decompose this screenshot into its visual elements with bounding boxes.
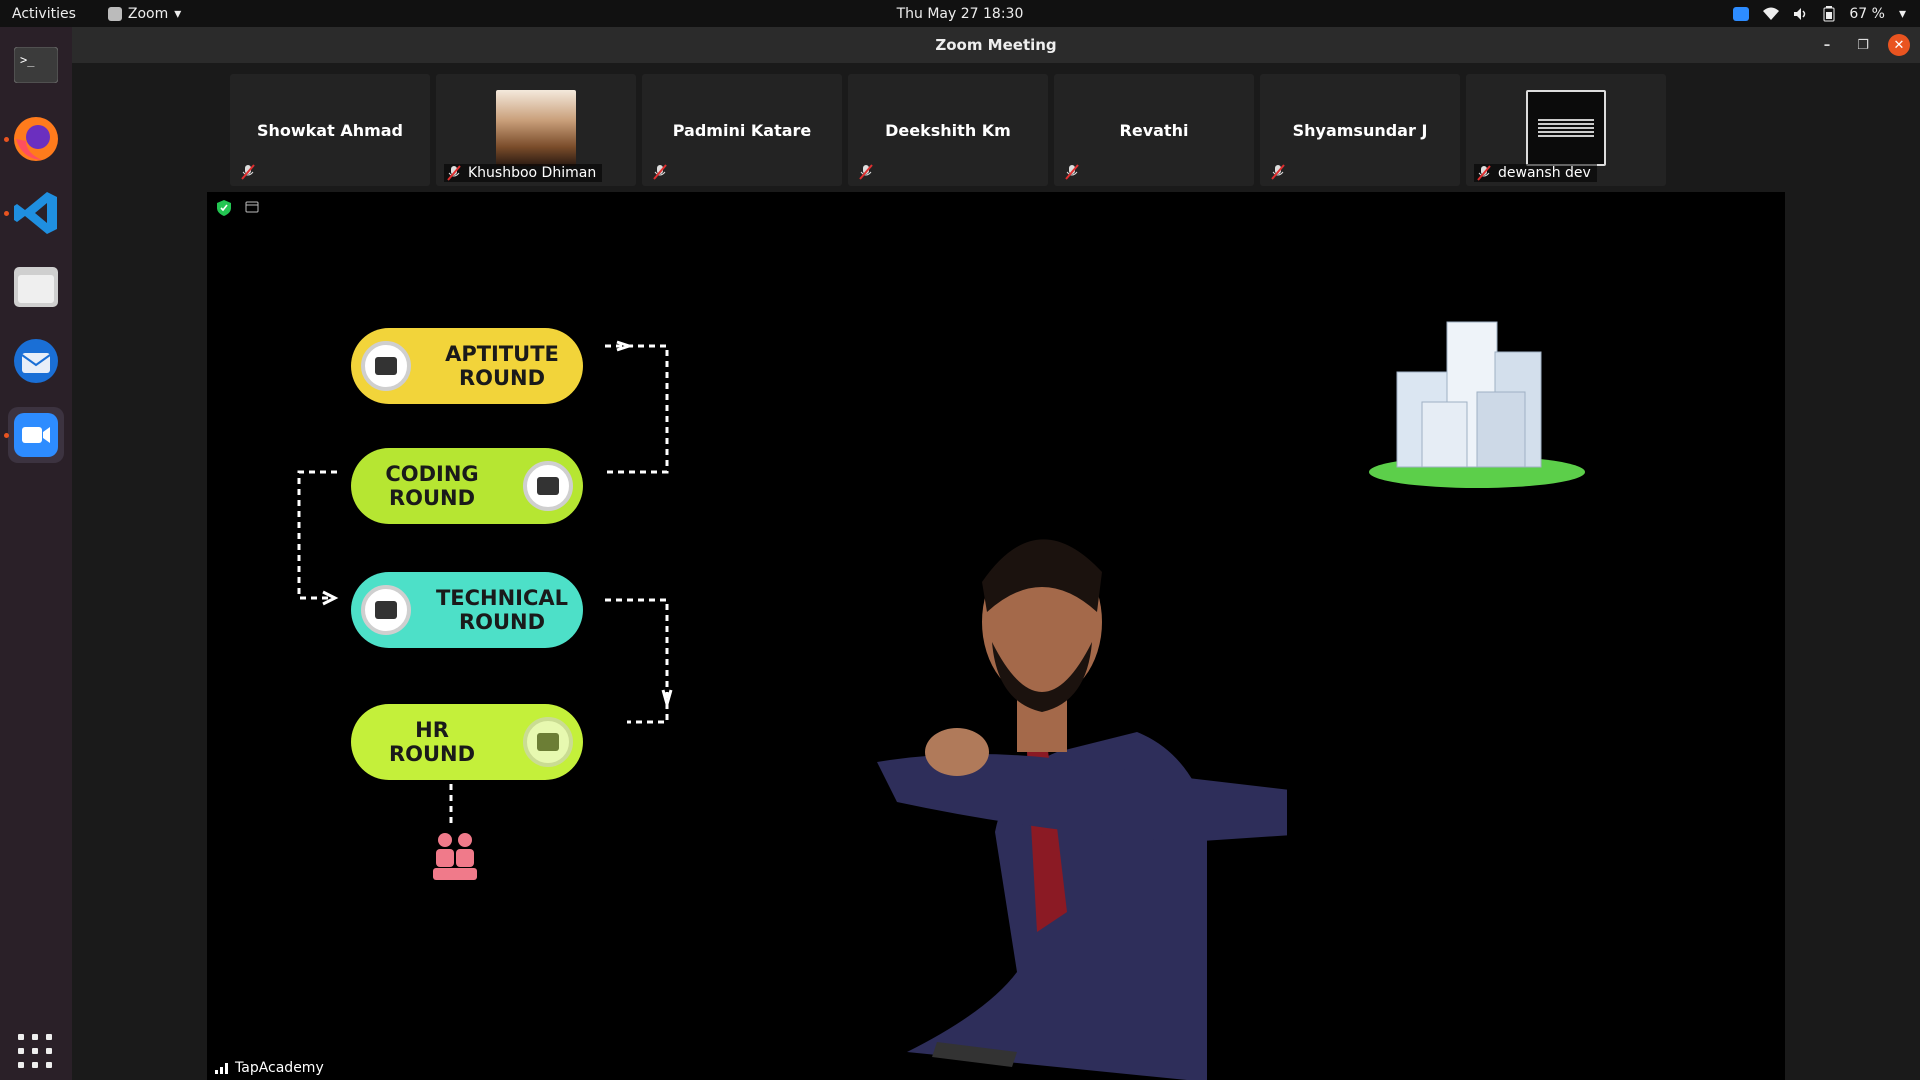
running-indicator [4,137,9,142]
presenter-video [877,539,1287,1080]
presenter-label: TapAcademy [215,1060,324,1076]
dock-firefox[interactable] [4,111,64,167]
step-subtitle: ROUND [388,486,476,510]
dock-terminal[interactable]: >_ [8,37,64,93]
zoom-app-icon [107,6,122,21]
step-title: TECHNICAL [435,586,569,610]
thunderbird-icon [14,339,58,383]
meeting-area: Showkat Ahmad Khushboo Dhiman Padmini Ka… [72,63,1920,1080]
coding-round-step: CODING ROUND [351,448,583,524]
window-title: Zoom Meeting [935,36,1057,54]
participant-name: Showkat Ahmad [256,120,404,140]
zoom-indicator-icon[interactable] [1733,6,1750,21]
participant-tile[interactable]: dewansh dev [1466,74,1666,186]
running-indicator [4,433,9,438]
step-subtitle: ROUND [458,610,546,634]
muted-mic-icon [447,165,461,181]
code-icon [523,461,573,511]
aptitude-icon [361,341,411,391]
participant-tile[interactable]: Padmini Katare [642,74,842,186]
dock: >_ [0,27,72,1080]
step-title: CODING [385,462,479,486]
window-titlebar: Zoom Meeting – ❐ ✕ [72,27,1920,63]
close-button[interactable]: ✕ [1888,34,1910,56]
battery-icon [1823,5,1835,21]
people-icon [433,833,477,880]
step-subtitle: ROUND [388,742,476,766]
dock-vscode[interactable] [4,185,64,241]
technical-round-step: TECHNICAL ROUND [351,572,583,648]
hr-icon [523,717,573,767]
dock-zoom[interactable] [4,407,64,463]
zoom-icon [14,413,58,457]
participant-tile[interactable]: Khushboo Dhiman [436,74,636,186]
presenter-name: TapAcademy [235,1060,324,1076]
maximize-button[interactable]: ❐ [1852,34,1874,56]
dock-files[interactable] [8,259,64,315]
participant-name: Deekshith Km [885,120,1011,140]
step-subtitle: ROUND [458,366,546,390]
running-indicator [4,211,9,216]
muted-mic-icon [1271,164,1285,180]
participant-name: Revathi [1119,120,1189,140]
participant-tile[interactable]: Showkat Ahmad [230,74,430,186]
participant-label: Khushboo Dhiman [444,164,603,182]
show-applications-icon[interactable] [18,1034,54,1070]
participant-gallery: Showkat Ahmad Khushboo Dhiman Padmini Ka… [230,74,1666,186]
participant-name: Padmini Katare [672,120,812,140]
terminal-icon: >_ [14,47,58,83]
svg-text:>_: >_ [20,53,35,67]
aptitude-round-step: APTITUTE ROUND [351,328,583,404]
vscode-icon [14,192,57,234]
chevron-down-icon: ▾ [174,5,182,22]
minimize-button[interactable]: – [1816,34,1838,56]
video-status-icons [217,200,259,216]
files-icon [14,267,58,307]
shield-icon[interactable] [217,200,231,216]
technical-icon [361,585,411,635]
shared-video[interactable]: APTITUTE ROUND CODING ROUND TECHNICAL ROUND… [207,192,1785,1080]
muted-mic-icon [241,164,255,180]
app-menu[interactable]: Zoom ▾ [107,5,182,22]
top-bar: Activities Zoom ▾ Thu May 27 18:30 67 % … [0,0,1920,27]
participant-name: Shyamsundar J [1292,120,1428,140]
firefox-icon [14,117,58,161]
battery-percent: 67 % [1849,5,1885,22]
app-menu-label: Zoom [127,5,169,22]
participant-label: dewansh dev [1474,164,1597,182]
buildings-illustration [1369,321,1585,488]
muted-mic-icon [1065,164,1079,180]
wifi-icon [1763,7,1780,20]
signal-strength-icon [215,1063,228,1074]
hr-round-step: HR ROUND [351,704,583,780]
muted-mic-icon [859,164,873,180]
participant-video [496,90,576,166]
participant-tile[interactable]: Deekshith Km [848,74,1048,186]
participant-name: Khushboo Dhiman [468,165,597,181]
step-title: HR [415,718,449,742]
clock[interactable]: Thu May 27 18:30 [897,6,1024,22]
info-icon[interactable] [245,200,259,214]
muted-mic-icon [1477,165,1491,181]
step-title: APTITUTE [445,342,559,366]
dock-thunderbird[interactable] [8,333,64,389]
participant-name: dewansh dev [1498,165,1591,181]
participant-tile[interactable]: Shyamsundar J [1260,74,1460,186]
activities-button[interactable]: Activities [0,6,88,22]
participant-video [1526,90,1606,166]
system-tray[interactable]: 67 % ▾ [1733,5,1906,22]
participant-tile[interactable]: Revathi [1054,74,1254,186]
volume-icon [1794,7,1806,20]
chevron-down-icon: ▾ [1898,5,1906,22]
muted-mic-icon [653,164,667,180]
